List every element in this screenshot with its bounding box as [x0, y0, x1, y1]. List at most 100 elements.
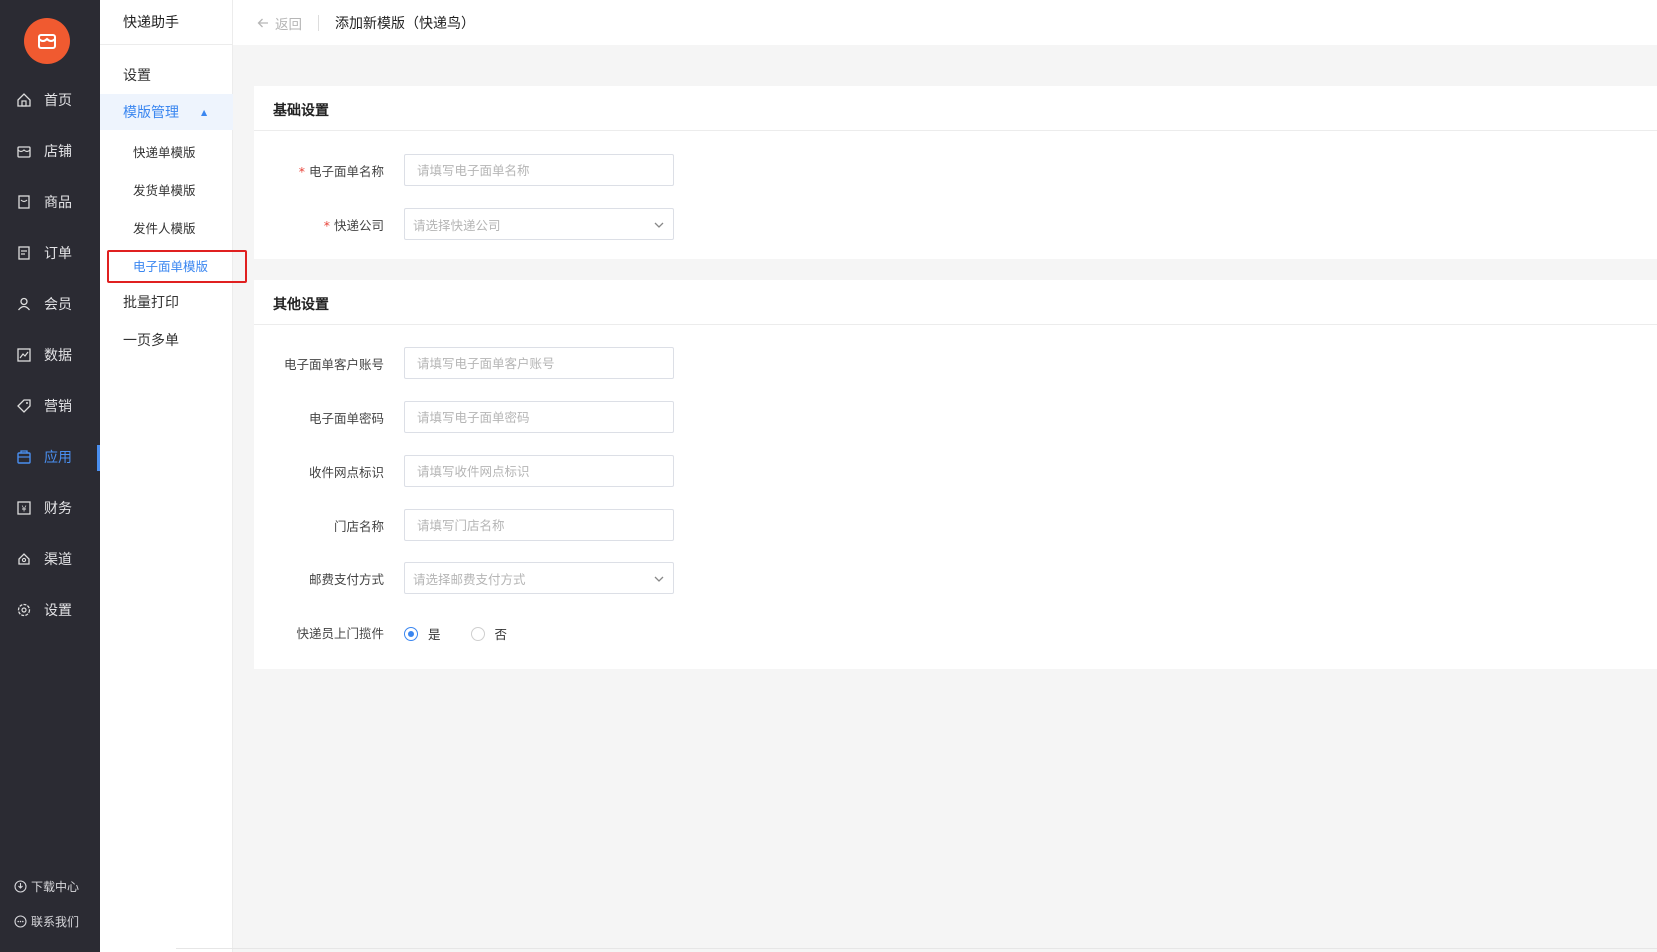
sub-child-delivery-template[interactable]: 发货单模版 [100, 172, 233, 206]
nav-label: 首页 [44, 93, 72, 109]
company-label-text: 快递公司 [333, 218, 384, 233]
chart-icon [16, 347, 32, 363]
account-label: 电子面单客户账号 [283, 357, 384, 372]
company-label: * 快递公司 [324, 215, 384, 234]
chevron-down-icon [653, 571, 665, 586]
sub-item-batch-print[interactable]: 批量打印 [100, 284, 233, 320]
download-center-link[interactable]: 下载中心 [14, 878, 100, 895]
pickup-radio-group: 是 否 [404, 624, 537, 643]
sub-item-label: 批量打印 [123, 295, 179, 311]
nav-item-member[interactable]: 会员 [0, 284, 100, 324]
sub-item-multi-order[interactable]: 一页多单 [100, 322, 233, 358]
pickup-yes-radio[interactable]: 是 [404, 624, 441, 643]
sub-child-sender-template[interactable]: 发件人模版 [100, 210, 233, 244]
goods-icon [16, 194, 32, 210]
form-row-company: * 快递公司 请选择快递公司 [254, 208, 954, 240]
sub-sidebar: 快递助手 设置 模版管理 ▲ 快递单模版 发货单模版 发件人模版 电子面单模版 … [100, 0, 233, 952]
store-label: 门店名称 [333, 519, 384, 534]
sub-child-label: 快递单模版 [133, 144, 196, 160]
radio-label: 是 [428, 627, 441, 642]
nav-label: 会员 [44, 297, 72, 313]
pickup-no-radio[interactable]: 否 [470, 624, 507, 643]
sub-item-settings[interactable]: 设置 [100, 57, 233, 93]
nav-item-goods[interactable]: 商品 [0, 182, 100, 222]
back-label: 返回 [275, 16, 302, 33]
nav-item-data[interactable]: 数据 [0, 335, 100, 375]
required-mark: * [323, 218, 330, 233]
divider [176, 948, 1657, 949]
nav-label: 商品 [44, 195, 72, 211]
sub-child-label: 发件人模版 [133, 220, 196, 236]
radio-checked-icon [404, 626, 418, 641]
nav-item-app[interactable]: 应用 [0, 437, 100, 477]
back-button[interactable]: 返回 [257, 13, 302, 33]
form-row-name: * 电子面单名称 [254, 154, 954, 186]
tag-icon [16, 398, 32, 414]
nav-item-channel[interactable]: 渠道 [0, 539, 100, 579]
chevron-down-icon [653, 217, 665, 232]
sub-item-label: 设置 [123, 68, 151, 84]
divider [318, 14, 319, 31]
nav-label: 渠道 [44, 552, 72, 568]
sub-child-label: 发货单模版 [133, 182, 196, 198]
form-row-store: 门店名称 [254, 509, 954, 541]
nav-label: 营销 [44, 399, 72, 415]
name-label: * 电子面单名称 [299, 161, 384, 180]
caret-up-icon: ▲ [201, 107, 208, 117]
sub-item-template-mgmt[interactable]: 模版管理 ▲ [100, 94, 233, 130]
arrow-left-icon [257, 17, 269, 29]
postage-payment-select[interactable]: 请选择邮费支付方式 [404, 562, 674, 594]
radio-unchecked-icon [470, 626, 485, 641]
customer-account-input[interactable] [404, 347, 674, 379]
nav-label: 订单 [44, 246, 72, 262]
site-id-input[interactable] [404, 455, 674, 487]
nav-label: 数据 [44, 348, 72, 364]
contact-us-link[interactable]: 联系我们 [14, 913, 100, 930]
password-input[interactable] [404, 401, 674, 433]
channel-icon [16, 551, 32, 567]
sub-sidebar-title: 快递助手 [100, 0, 233, 45]
form-row-site: 收件网点标识 [254, 455, 954, 487]
app-icon [16, 449, 32, 465]
site-label: 收件网点标识 [308, 465, 384, 480]
nav-item-order[interactable]: 订单 [0, 233, 100, 273]
page-header: 返回 添加新模版（快递鸟） [233, 0, 1657, 45]
pay-label: 邮费支付方式 [308, 572, 384, 587]
nav-label: 财务 [44, 501, 72, 517]
form-row-account: 电子面单客户账号 [254, 347, 954, 379]
store-name-input[interactable] [404, 509, 674, 541]
sub-child-express-template[interactable]: 快递单模版 [100, 134, 233, 168]
contact-us-label: 联系我们 [31, 915, 80, 929]
name-label-text: 电子面单名称 [308, 164, 384, 179]
download-icon [14, 880, 28, 894]
logo[interactable] [24, 18, 70, 64]
other-settings-heading: 其他设置 [254, 280, 1657, 325]
nav-item-finance[interactable]: ¥ 财务 [0, 488, 100, 528]
other-settings-panel: 其他设置 电子面单客户账号 电子面单密码 收件网点标识 门店名称 邮费支付方式 … [254, 280, 1657, 669]
form-row-password: 电子面单密码 [254, 401, 954, 433]
nav-label: 店铺 [44, 144, 72, 160]
sub-item-label: 模版管理 [123, 105, 179, 121]
nav-item-settings[interactable]: 设置 [0, 590, 100, 630]
password-label: 电子面单密码 [308, 411, 384, 426]
pickup-label: 快递员上门揽件 [296, 626, 384, 641]
order-icon [16, 245, 32, 261]
svg-text:¥: ¥ [21, 505, 26, 514]
chat-icon [14, 915, 28, 929]
basic-settings-panel: 基础设置 *电子面单名称 *快递公司 请选择快递公司 [254, 86, 1657, 259]
nav-item-marketing[interactable]: 营销 [0, 386, 100, 426]
sub-item-label: 一页多单 [123, 333, 179, 349]
highlight-box [107, 250, 247, 283]
nav-label: 应用 [44, 450, 72, 466]
store-logo-icon [38, 34, 56, 49]
eorder-name-input[interactable] [404, 154, 674, 186]
express-company-select[interactable]: 请选择快递公司 [404, 208, 674, 240]
main-nav: 首页 店铺 商品 订单 会员 数据 营销 应用 ¥ 财务 渠道 设置 下载中心 … [0, 0, 100, 952]
download-center-label: 下载中心 [31, 880, 80, 894]
select-placeholder: 请选择快递公司 [413, 217, 501, 233]
nav-item-store[interactable]: 店铺 [0, 131, 100, 171]
store-icon [16, 143, 32, 159]
form-row-pickup: 快递员上门揽件 是 否 [254, 616, 954, 648]
select-placeholder: 请选择邮费支付方式 [413, 571, 526, 587]
nav-item-home[interactable]: 首页 [0, 80, 100, 120]
